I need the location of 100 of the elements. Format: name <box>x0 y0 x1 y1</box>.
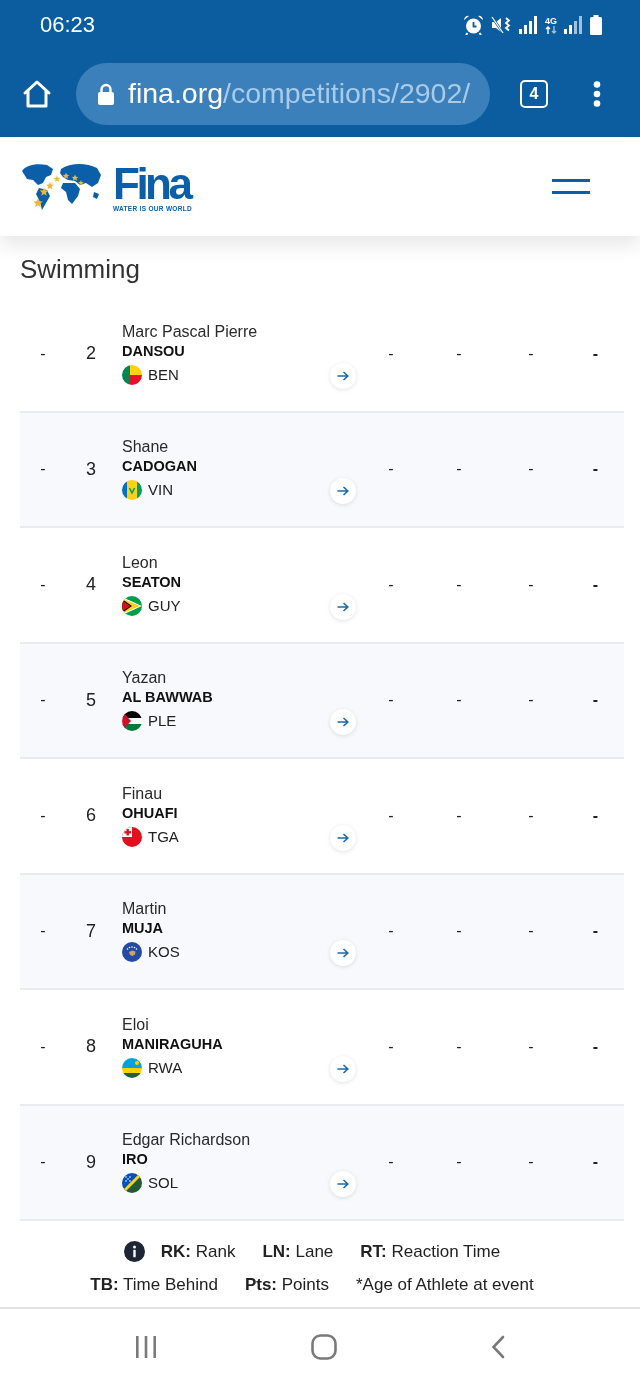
arrow-right-icon <box>337 1063 349 1074</box>
signal-icon <box>564 16 583 34</box>
recent-apps-icon[interactable] <box>135 1334 157 1359</box>
legend-item: RK: Rank <box>160 1241 236 1262</box>
athlete-first-name: Edgar Richardson <box>122 1130 251 1151</box>
table-cell: - <box>40 575 46 594</box>
menu-icon[interactable] <box>552 179 590 194</box>
table-cell: - <box>456 575 462 594</box>
country-code: PLE <box>148 711 177 732</box>
flag-icon <box>122 364 142 385</box>
athlete-surname: IRO <box>122 1150 148 1170</box>
country-code: BEN <box>148 364 179 385</box>
table-cell: 2 <box>86 343 96 365</box>
flag-icon <box>122 711 142 732</box>
legend-item: RT: Reaction Time <box>360 1241 501 1262</box>
lock-icon <box>97 82 115 105</box>
world-map-icon[interactable] <box>20 161 102 212</box>
flag-icon <box>122 480 142 501</box>
athlete-surname: OHUAFI <box>122 803 178 823</box>
home-icon[interactable] <box>311 1333 337 1360</box>
alarm-clock-icon <box>463 15 484 35</box>
table-cell: - <box>592 460 599 479</box>
table-cell: - <box>40 806 46 825</box>
address-bar[interactable]: fina.org/competitions/2902/ <box>76 62 490 125</box>
more-options-icon[interactable] <box>593 80 601 107</box>
table-cell: 8 <box>86 1036 96 1058</box>
legend-note: *Age of Athlete at event <box>356 1274 534 1295</box>
table-cell: - <box>592 1037 599 1056</box>
table-cell: - <box>388 575 394 594</box>
signal-icon <box>519 16 538 34</box>
flag-icon <box>122 942 142 963</box>
arrow-right-icon <box>337 832 349 843</box>
country-code: KOS <box>148 942 180 963</box>
network-type: 4G <box>545 16 557 26</box>
arrow-button[interactable] <box>330 1171 356 1198</box>
url-text: fina.org/competitions/2902/ <box>128 77 471 110</box>
legend-item: LN: Lane <box>262 1241 334 1262</box>
battery-icon <box>590 15 602 35</box>
arrow-right-icon <box>337 1179 349 1190</box>
table-cell: - <box>388 460 394 479</box>
table-cell: - <box>528 460 534 479</box>
country-code: SOL <box>148 1173 178 1194</box>
arrow-button[interactable] <box>330 940 356 967</box>
table-cell: - <box>528 575 534 594</box>
table-cell: - <box>456 806 462 825</box>
table-cell: - <box>528 691 534 710</box>
table-cell: - <box>592 1153 599 1172</box>
table-cell: - <box>592 575 599 594</box>
table-cell: 6 <box>86 805 96 827</box>
table-cell: 9 <box>86 1151 96 1173</box>
athlete-surname: CADOGAN <box>122 457 197 477</box>
table-cell: - <box>388 1153 394 1172</box>
table-cell: - <box>388 922 394 941</box>
table-cell: - <box>528 1037 534 1056</box>
table-cell: 4 <box>86 574 96 596</box>
table-cell: - <box>40 1153 46 1172</box>
info-icon <box>123 1241 145 1262</box>
arrow-button[interactable] <box>330 1055 356 1082</box>
athlete-first-name: Shane <box>122 437 169 458</box>
table-cell: - <box>456 344 462 363</box>
table-cell: - <box>388 1037 394 1056</box>
table-cell: - <box>592 691 599 710</box>
arrow-button[interactable] <box>330 593 356 620</box>
athlete-first-name: Marc Pascal Pierre <box>122 321 258 342</box>
athlete-surname: DANSOU <box>122 341 185 361</box>
back-icon[interactable] <box>491 1334 505 1359</box>
table-cell: - <box>528 806 534 825</box>
flag-icon <box>122 826 142 847</box>
section-title: Swimming <box>20 254 140 284</box>
legend-item: Pts: Points <box>244 1274 329 1295</box>
data-arrows-icon <box>545 26 557 34</box>
home-icon[interactable] <box>22 78 52 109</box>
athlete-surname: AL BAWWAB <box>122 688 213 708</box>
mute-vibrate-icon <box>491 15 512 35</box>
country-code: GUY <box>148 595 181 616</box>
athlete-surname: SEATON <box>122 572 182 592</box>
table-cell: - <box>592 922 599 941</box>
table-cell: - <box>592 806 599 825</box>
table-cell: - <box>388 806 394 825</box>
tab-count-button[interactable]: 4 <box>520 79 548 108</box>
country-code: RWA <box>148 1057 183 1078</box>
athlete-first-name: Yazan <box>122 668 167 689</box>
athlete-first-name: Leon <box>122 552 158 573</box>
arrow-button[interactable] <box>330 709 356 736</box>
table-cell: 3 <box>86 458 96 480</box>
table-cell: - <box>456 460 462 479</box>
status-time: 06:23 <box>40 12 96 38</box>
flag-icon <box>122 1173 142 1194</box>
table-cell: - <box>456 1037 462 1056</box>
arrow-button[interactable] <box>330 824 356 851</box>
arrow-right-icon <box>337 601 349 612</box>
table-cell: - <box>388 691 394 710</box>
arrow-button[interactable] <box>330 478 356 505</box>
country-code: VIN <box>148 480 173 501</box>
logo-wordmark: Fina <box>113 164 191 204</box>
arrow-button[interactable] <box>330 362 356 389</box>
athlete-surname: MANIRAGUHA <box>122 1034 223 1054</box>
table-cell: - <box>528 1153 534 1172</box>
arrow-right-icon <box>337 948 349 959</box>
flag-icon <box>122 595 142 616</box>
